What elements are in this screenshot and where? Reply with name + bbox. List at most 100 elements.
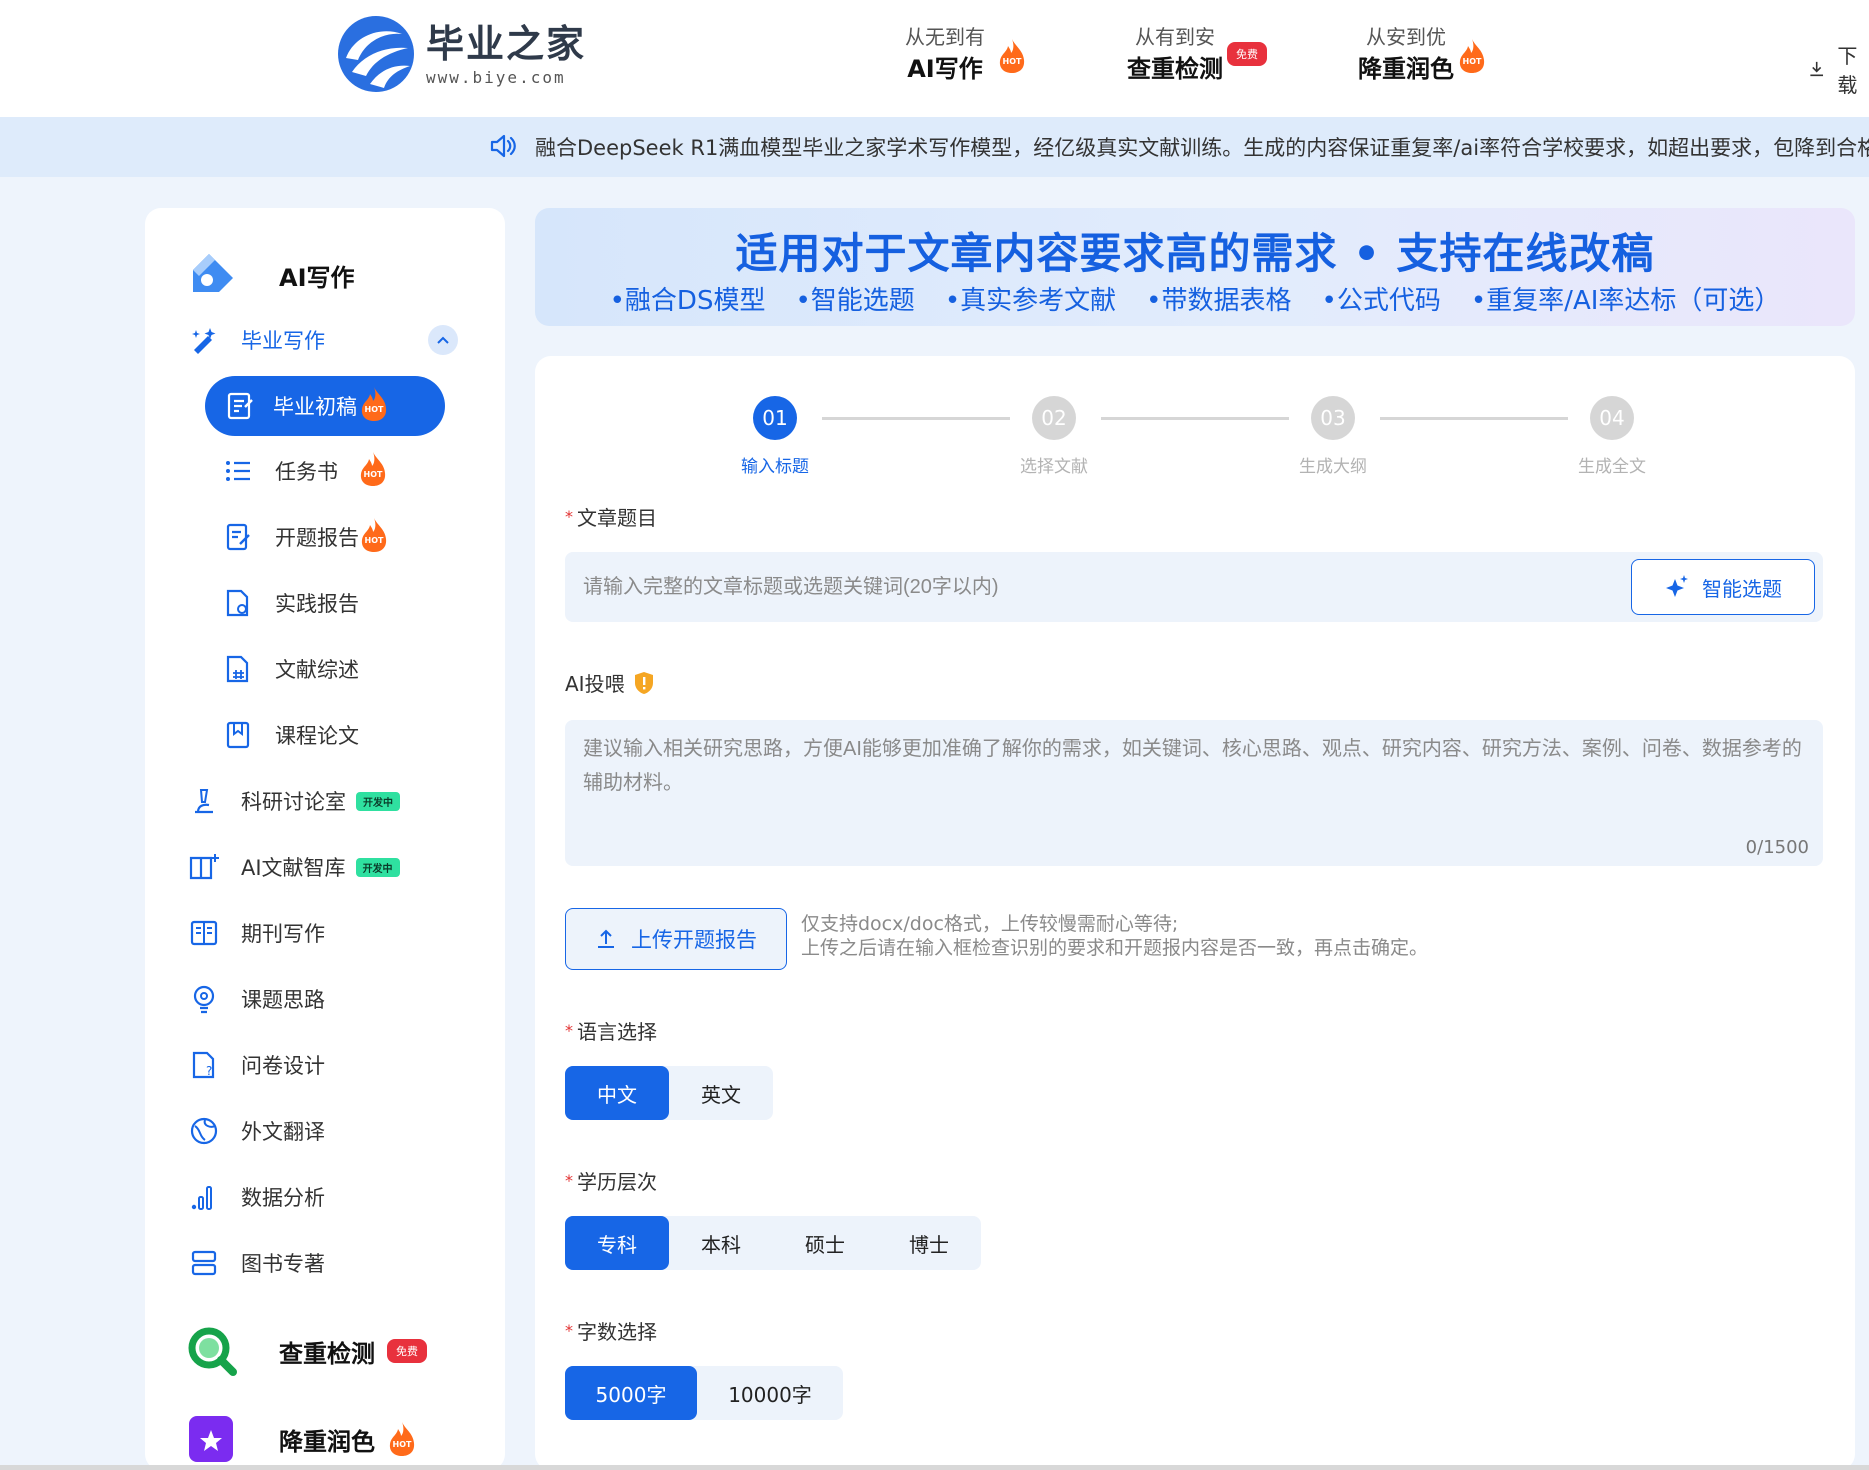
nav-sub-label: 从安到优	[1366, 25, 1446, 49]
banner-features: •融合DS模型 •智能选题 •真实参考文献 •带数据表格 •公式代码 •重复率/…	[535, 280, 1855, 317]
download-link[interactable]: 下载	[1808, 40, 1869, 98]
step-number: 03	[1311, 396, 1355, 440]
upload-hint: 仅支持docx/doc格式，上传较慢需耐心等待; 上传之后请在输入框检查识别的要…	[801, 912, 1428, 960]
title-input-box: 智能选题	[565, 552, 1823, 622]
hot-flame-icon: HOT	[1459, 39, 1485, 73]
sidebar-item-label: 外文翻译	[241, 1120, 325, 1144]
nav-plagiarism-check[interactable]: 从有到安 查重检测 免费	[1127, 22, 1267, 86]
step-connector	[1380, 417, 1568, 420]
sidebar-item-label: 课程论文	[275, 724, 359, 748]
sidebar-section-polish[interactable]: 降重润色 HOT	[185, 1412, 417, 1466]
title-input[interactable]	[565, 552, 1615, 622]
sidebar-item-label: 期刊写作	[241, 922, 325, 946]
document-hash-icon	[226, 655, 249, 683]
hot-flame-icon: HOT	[361, 387, 387, 421]
sidebar-item-ai-library[interactable]: AI文献智库 开发中	[187, 850, 400, 884]
lightbulb-icon	[193, 985, 215, 1014]
hot-flame-icon: HOT	[389, 1422, 415, 1456]
collapse-chevron-up-icon[interactable]	[428, 325, 458, 355]
upload-proposal-button[interactable]: 上传开题报告	[565, 908, 787, 970]
polish-star-icon	[189, 1416, 233, 1462]
banner-feature: •带数据表格	[1146, 286, 1292, 316]
word-count-option-5000[interactable]: 5000字	[565, 1366, 697, 1420]
svg-text:HOT: HOT	[1003, 57, 1022, 66]
document-pen-icon	[226, 523, 250, 551]
sidebar-item-label: 任务书	[275, 460, 338, 484]
banner-feature: •融合DS模型	[609, 286, 766, 316]
document-gear-icon	[226, 589, 249, 617]
sidebar-item-research-room[interactable]: 科研讨论室 开发中	[187, 784, 400, 818]
hot-flame-icon: HOT	[999, 39, 1025, 73]
bar-chart-icon	[191, 1186, 212, 1210]
sidebar-item-label: 图书专著	[241, 1252, 325, 1276]
degree-option-junior-college[interactable]: 专科	[565, 1216, 669, 1270]
smart-topic-label: 智能选题	[1702, 576, 1782, 601]
step-generate-outline: 03 生成大纲	[1273, 396, 1393, 477]
step-connector	[822, 417, 1010, 420]
language-option-chinese[interactable]: 中文	[565, 1066, 669, 1120]
sidebar-section-plagiarism-check[interactable]: 查重检测 免费	[185, 1324, 427, 1378]
step-connector	[1101, 417, 1289, 420]
step-number: 02	[1032, 396, 1076, 440]
nav-main-label: 降重润色	[1358, 55, 1454, 83]
degree-option-master[interactable]: 硕士	[773, 1216, 877, 1270]
microscope-icon	[195, 789, 213, 814]
site-logo[interactable]: 毕业之家 www.biye.com	[336, 14, 586, 94]
upload-hint-line: 仅支持docx/doc格式，上传较慢需耐心等待;	[801, 913, 1179, 935]
sidebar-item-label: 问卷设计	[241, 1054, 325, 1078]
step-select-literature: 02 选择文献	[994, 396, 1114, 477]
sidebar-polish-title: 降重润色	[279, 1427, 375, 1456]
sidebar-check-title: 查重检测	[279, 1339, 375, 1368]
step-label: 选择文献	[1020, 457, 1088, 477]
required-mark: *	[565, 507, 573, 526]
free-badge: 免费	[1227, 42, 1267, 66]
nav-ai-writing[interactable]: 从无到有 AI写作 HOT	[905, 22, 1025, 86]
char-counter: 0/1500	[1745, 837, 1809, 858]
sidebar-item-label: AI文献智库	[241, 856, 346, 880]
svg-text:HOT: HOT	[365, 536, 384, 545]
language-label: * 语言选择	[565, 1020, 657, 1044]
degree-option-doctor[interactable]: 博士	[877, 1216, 981, 1270]
upload-hint-line: 上传之后请在输入框检查识别的要求和开题报内容是否一致，再点击确定。	[801, 937, 1429, 959]
degree-option-bachelor[interactable]: 本科	[669, 1216, 773, 1270]
step-generate-fulltext: 04 生成全文	[1552, 396, 1672, 477]
sidebar-item-questionnaire[interactable]: ? 问卷设计	[187, 1048, 325, 1082]
smart-topic-button[interactable]: 智能选题	[1631, 559, 1815, 615]
nav-polish[interactable]: 从安到优 降重润色 HOT	[1358, 22, 1485, 86]
svg-text:免费: 免费	[1236, 47, 1258, 61]
ai-feed-label: AI投喂	[565, 668, 655, 697]
ai-feed-textarea[interactable]	[565, 720, 1823, 866]
logo-url: www.biye.com	[426, 67, 566, 87]
step-label: 生成大纲	[1299, 457, 1367, 477]
language-option-english[interactable]: 英文	[669, 1066, 773, 1120]
sidebar-item-task-book[interactable]: 任务书 HOT	[221, 452, 388, 488]
word-count-option-10000[interactable]: 10000字	[697, 1366, 843, 1420]
document-question-icon: ?	[192, 1051, 215, 1079]
sidebar-section-ai-writing[interactable]: AI写作	[185, 248, 355, 302]
logo-icon	[338, 16, 414, 92]
sidebar-item-practice-report[interactable]: 实践报告	[221, 586, 359, 620]
sidebar-item-data-analysis[interactable]: 数据分析	[187, 1180, 325, 1214]
step-number: 01	[753, 396, 797, 440]
step-number: 04	[1590, 396, 1634, 440]
sidebar-item-label: 课题思路	[241, 988, 325, 1012]
svg-text:HOT: HOT	[393, 1440, 412, 1449]
sidebar-group-graduation[interactable]: 毕业写作	[187, 323, 325, 357]
title-label: * 文章题目	[565, 506, 657, 530]
sidebar-item-topic-ideas[interactable]: 课题思路	[187, 982, 325, 1016]
sidebar-item-monograph[interactable]: 图书专著	[187, 1246, 325, 1280]
open-book-sparkle-icon	[189, 854, 219, 880]
sidebar-item-course-paper[interactable]: 课程论文	[221, 718, 359, 752]
sidebar: AI写作 毕业写作 毕业初稿 HOT 任务书 HOT 开题报告 HOT 实践报告…	[145, 208, 505, 1470]
sidebar-item-journal[interactable]: 期刊写作	[187, 916, 325, 950]
magic-pen-icon	[192, 328, 216, 354]
banner-feature: •重复率/AI率达标（可选）	[1470, 286, 1781, 316]
hot-flame-icon: HOT	[360, 452, 386, 486]
info-shield-icon[interactable]	[633, 671, 655, 695]
svg-text:?: ?	[206, 1064, 212, 1078]
sidebar-item-graduation-draft[interactable]: 毕业初稿 HOT	[205, 376, 445, 436]
sidebar-item-proposal[interactable]: 开题报告 HOT	[221, 518, 389, 554]
sidebar-item-literature-review[interactable]: 文献综述	[221, 652, 359, 686]
sidebar-item-label: 实践报告	[275, 592, 359, 616]
sidebar-item-translation[interactable]: 外文翻译	[187, 1114, 325, 1148]
